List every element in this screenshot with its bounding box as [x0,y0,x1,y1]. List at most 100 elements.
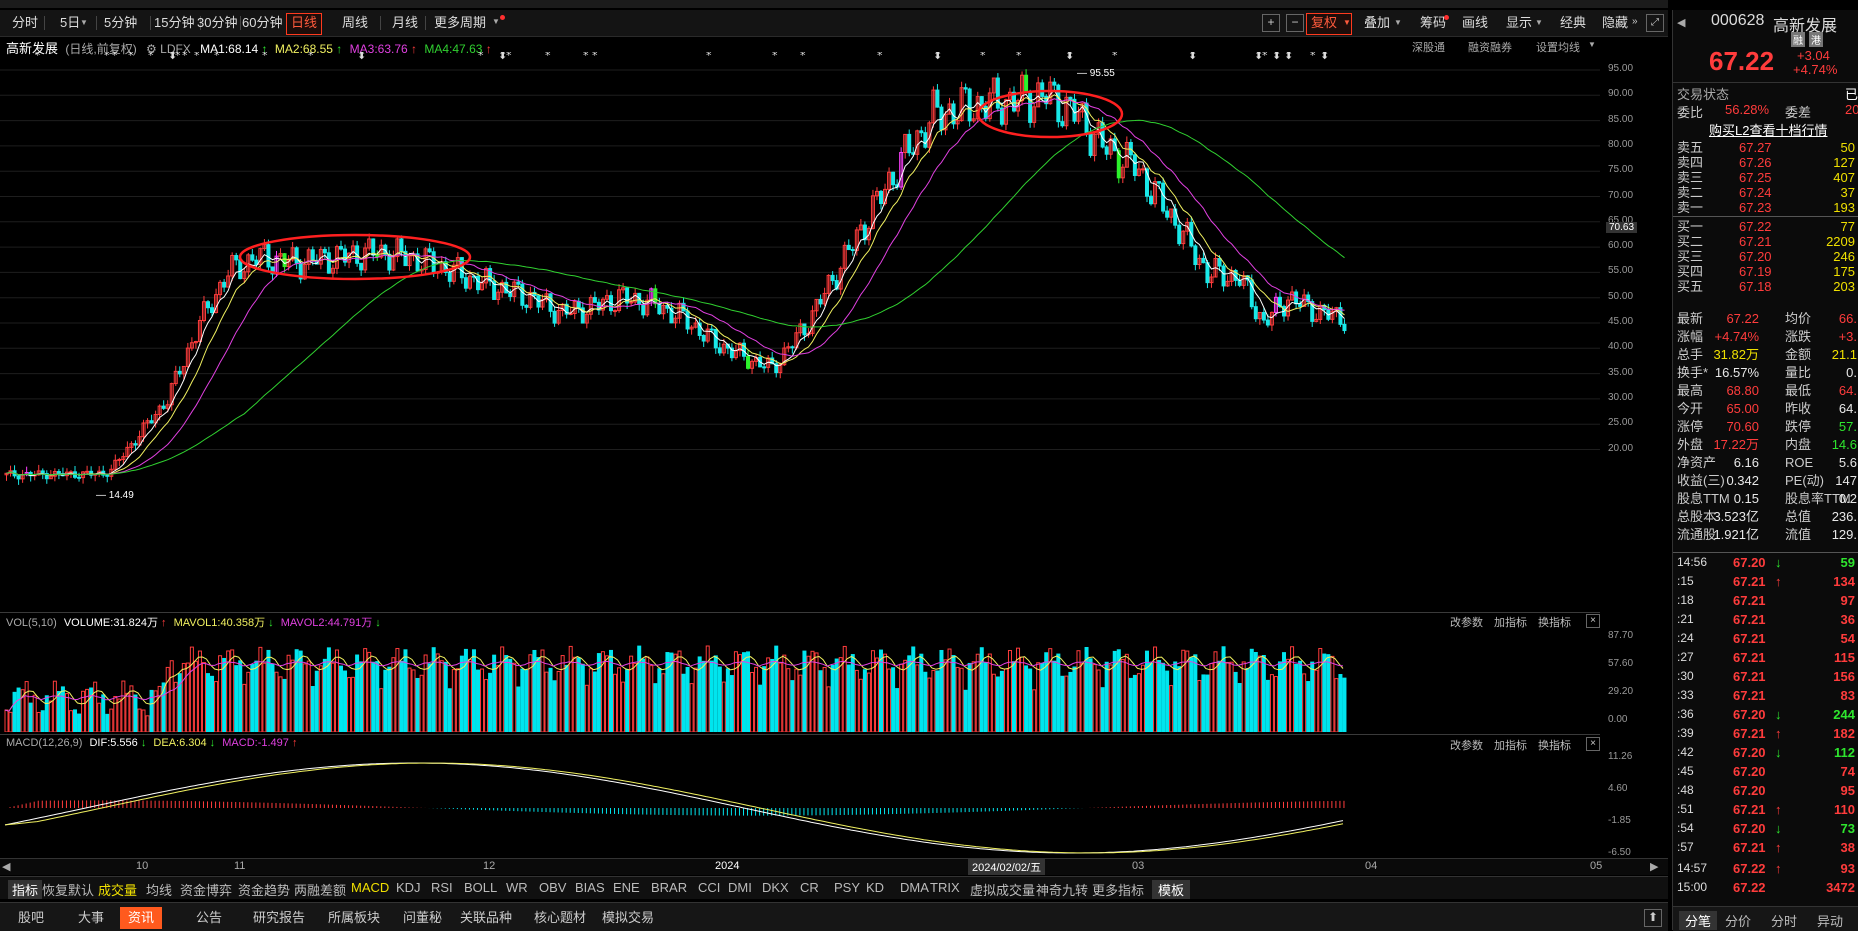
bottom-tab-8[interactable]: 核心题材 [526,907,594,929]
scroll-left-icon[interactable]: ◀ [2,860,10,873]
bottom-tab-4[interactable]: 研究报告 [245,907,313,929]
period-weekly[interactable]: 周线 [338,13,372,33]
double-chevron-right-icon[interactable]: » [1632,16,1638,27]
indicator-tab-3[interactable]: 均线 [146,880,172,899]
date-tick: 12 [483,860,496,872]
period-5min[interactable]: 5分钟 [100,13,141,33]
indicator-tab-18[interactable]: DKX [762,880,789,895]
zoom-in-icon[interactable]: + [1262,14,1280,32]
volume-bar [705,645,710,732]
indicator-tab-15[interactable]: BRAR [651,880,687,895]
volume-bar [282,678,287,732]
indicator-tab-26[interactable]: 更多指标 [1092,880,1144,899]
order-label: 卖二 [1677,185,1704,200]
close-icon[interactable]: × [1586,737,1600,751]
indicator-tab-21[interactable]: KD [866,880,884,895]
hide-button[interactable]: 隐藏 [1598,13,1632,33]
close-icon[interactable]: × [1586,614,1600,628]
signal-marker: * [1262,52,1268,62]
volume-bar [685,666,690,732]
volume-bar [125,692,130,732]
indicator-tab-23[interactable]: TRIX [930,880,960,895]
volume-bar [326,647,331,732]
indicator-tab-5[interactable]: 资金趋势 [238,880,290,899]
candle-body [427,248,432,253]
volume-bar [427,663,432,732]
bottom-tab-7[interactable]: 关联品种 [452,907,520,929]
bottom-tab-0[interactable]: 股吧 [10,907,52,929]
period-30min[interactable]: 30分钟 [193,13,241,33]
bottom-tab-9[interactable]: 模拟交易 [594,907,662,929]
quote-tab-1[interactable]: 分价 [1725,911,1751,930]
kline-chart[interactable]: * * * * * ⬍* * * * * * ⬍ * ⬍* * * * * * * * ⬍ * * ⬍ * ⬍ ⬍* ⬍ ⬍ * ⬍— 95.… [0,52,1600,610]
indicator-tab-22[interactable]: DMA [900,880,929,895]
volume-bar [343,670,348,732]
tick-price: 67.20 [1733,821,1766,836]
quote-tab-3[interactable]: 异动 [1817,911,1843,930]
macd-title: MACD(12,26,9) [6,737,83,749]
period-intraday[interactable]: 分时 [8,13,42,33]
volume-bar [189,646,194,732]
indicator-tab-11[interactable]: WR [506,880,528,895]
tick-volume: 112 [1834,745,1855,760]
volume-bar [786,668,791,732]
overlay-button[interactable]: 叠加 [1360,13,1394,33]
period-monthly[interactable]: 月线 [388,13,422,33]
period-daily[interactable]: 日线 [286,13,323,35]
period-15min[interactable]: 15分钟 [150,13,198,33]
indicator-tab-10[interactable]: BOLL [464,880,497,895]
tick-row: :57 67.21 ↑ 38 [1673,839,1858,856]
indicator-tab-2[interactable]: 成交量 [98,880,137,899]
indicator-tab-1[interactable]: 恢复默认 [42,880,94,899]
classic-button[interactable]: 经典 [1556,13,1590,33]
period-60min[interactable]: 60分钟 [238,13,286,33]
signal-marker: * [308,52,314,62]
indicator-tab-20[interactable]: PSY [834,880,860,895]
period-more[interactable]: 更多周期 [430,13,490,33]
indicator-tab-19[interactable]: CR [800,880,819,895]
indicator-tab-17[interactable]: DMI [728,880,752,895]
signal-marker: * [1310,52,1316,62]
indicator-tab-6[interactable]: 两融差额 [294,880,346,899]
order-volume: 407 [1833,170,1855,185]
indicator-tab-12[interactable]: OBV [539,880,566,895]
quote-tab-2[interactable]: 分时 [1771,911,1797,930]
indicator-tab-16[interactable]: CCI [698,880,720,895]
l2-purchase-link[interactable]: 购买L2查看十档行情 [1709,120,1827,139]
indicator-tab-0[interactable]: 指标 [8,880,43,899]
zoom-out-icon[interactable]: − [1286,14,1304,32]
tick-row: :30 67.21 156 [1673,668,1858,685]
display-button[interactable]: 显示 [1502,13,1536,33]
indicator-tab-9[interactable]: RSI [431,880,453,895]
indicator-tab-13[interactable]: BIAS [575,880,605,895]
tick-price: 67.21 [1733,688,1766,703]
indicator-tab-24[interactable]: 虚拟成交量 [970,880,1035,899]
volume-bar [1241,661,1246,732]
volume-bar [1298,660,1303,732]
scroll-right-icon[interactable]: ▶ [1650,860,1658,873]
indicator-tab-27[interactable]: 模板 [1152,880,1191,899]
bottom-tab-1[interactable]: 大事 [70,907,112,929]
draw-line-button[interactable]: 画线 [1458,13,1492,33]
stat-label: 总值 [1785,509,1812,524]
macd-chart[interactable] [0,750,1600,856]
volume-bar [52,680,57,732]
candle-body [879,190,884,205]
indicator-tab-7[interactable]: MACD [351,880,389,895]
collapse-left-icon[interactable]: ◀ [1677,16,1685,29]
indicator-tab-14[interactable]: ENE [613,880,640,895]
bottom-tab-2[interactable]: 资讯 [120,907,163,929]
candle-body [234,255,239,261]
share-icon[interactable]: ⬆ [1644,909,1662,927]
indicator-tab-8[interactable]: KDJ [396,880,421,895]
volume-bar [580,663,585,732]
fullscreen-icon[interactable]: ⤢ [1646,14,1664,32]
indicator-tab-4[interactable]: 资金博弈 [180,880,232,899]
candle-body [762,366,767,369]
bottom-tab-3[interactable]: 公告 [188,907,230,929]
volume-chart[interactable] [0,628,1600,732]
bottom-tab-6[interactable]: 问董秘 [395,907,450,929]
quote-tab-0[interactable]: 分笔 [1679,911,1718,930]
indicator-tab-25[interactable]: 神奇九转 [1036,880,1088,899]
bottom-tab-5[interactable]: 所属板块 [320,907,388,929]
